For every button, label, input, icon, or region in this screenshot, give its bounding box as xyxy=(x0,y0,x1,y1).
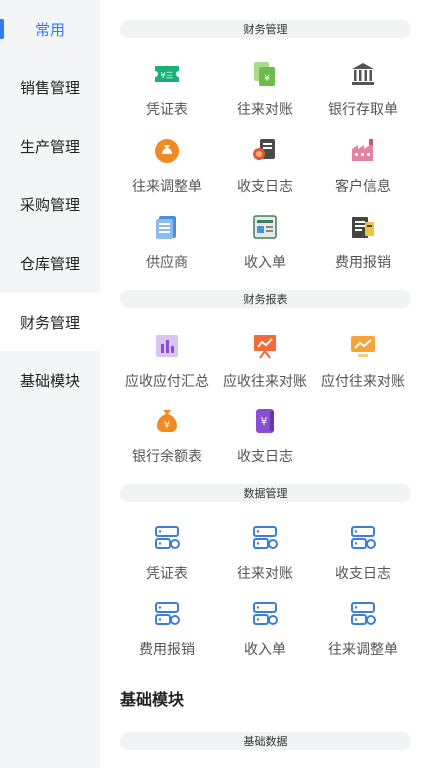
tile-bank-balance[interactable]: ¥ 银行余额表 xyxy=(118,406,216,476)
tile-label: 应收应付汇总 xyxy=(125,374,209,390)
tile-label: 客户信息 xyxy=(335,179,391,195)
section-title-finance-mgmt: 财务管理 xyxy=(120,20,411,38)
voucher-ticket-icon: ¥三 xyxy=(152,59,182,89)
tile-label: 往来对账 xyxy=(237,566,293,582)
tile-label: 供应商 xyxy=(146,255,188,271)
tile-bank-slip[interactable]: 银行存取单 xyxy=(314,59,412,129)
svg-text:¥: ¥ xyxy=(261,415,268,428)
tile-label: 收入单 xyxy=(244,255,286,271)
money-bag-icon xyxy=(152,136,182,166)
monitor-chart-icon xyxy=(348,331,378,361)
sidebar: 常用 销售管理 生产管理 采购管理 仓库管理 财务管理 基础模块 xyxy=(0,0,100,768)
presentation-board-icon xyxy=(250,331,280,361)
tile-ar-reconciliation[interactable]: 应收往来对账 xyxy=(216,331,314,401)
tile-income-form[interactable]: 收入单 xyxy=(216,212,314,282)
tile-label: 银行余额表 xyxy=(132,449,202,465)
sidebar-item-finance[interactable]: 财务管理 xyxy=(0,293,100,351)
section-title-finance-report: 财务报表 xyxy=(120,290,411,308)
tile-cash-log[interactable]: 收支日志 xyxy=(216,136,314,206)
sidebar-item-label: 销售管理 xyxy=(19,78,80,97)
main-content: 财务管理 ¥三 凭证表 ¥ 往来对账 银行存取单 往来调整单 收支日志 客户信息 xyxy=(100,0,432,768)
yuan-book-icon: ¥ xyxy=(250,406,280,436)
sidebar-item-label: 基础模块 xyxy=(19,371,80,390)
ledger-coins-icon xyxy=(250,136,280,166)
sidebar-item-label: 常用 xyxy=(34,20,65,39)
tile-data-income[interactable]: 收入单 xyxy=(216,599,314,669)
server-gear-icon xyxy=(152,523,182,553)
tile-label: 收支日志 xyxy=(237,179,293,195)
tile-label: 收入单 xyxy=(244,642,286,658)
sidebar-item-sales[interactable]: 销售管理 xyxy=(0,58,100,116)
factory-icon xyxy=(348,136,378,166)
sidebar-item-purchasing[interactable]: 采购管理 xyxy=(0,175,100,233)
bank-icon xyxy=(348,59,378,89)
tile-label: 往来调整单 xyxy=(132,179,202,195)
tile-supplier[interactable]: 供应商 xyxy=(118,212,216,282)
svg-text:¥三: ¥三 xyxy=(160,71,173,80)
server-gear-icon xyxy=(250,523,280,553)
sidebar-item-label: 仓库管理 xyxy=(19,254,80,273)
tile-label: 应付往来对账 xyxy=(321,374,405,390)
section-title-data-mgmt: 数据管理 xyxy=(120,484,411,502)
tile-label: 凭证表 xyxy=(146,566,188,582)
tile-label: 往来对账 xyxy=(237,102,293,118)
reconciliation-icon: ¥ xyxy=(250,59,280,89)
tile-data-cash-log[interactable]: 收支日志 xyxy=(314,523,412,593)
sidebar-item-production[interactable]: 生产管理 xyxy=(0,117,100,175)
sidebar-item-label: 财务管理 xyxy=(19,313,80,332)
sidebar-item-common[interactable]: 常用 xyxy=(0,0,100,58)
section-title-base-data: 基础数据 xyxy=(120,732,411,750)
tile-data-adjustment[interactable]: 往来调整单 xyxy=(314,599,412,669)
server-gear-icon xyxy=(348,523,378,553)
section-heading-base-module: 基础模块 xyxy=(120,690,185,709)
tile-label: 银行存取单 xyxy=(328,102,398,118)
document-list-icon xyxy=(152,212,182,242)
tile-label: 凭证表 xyxy=(146,102,188,118)
server-gear-icon xyxy=(152,599,182,629)
tile-label: 收支日志 xyxy=(335,566,391,582)
bar-chart-icon xyxy=(152,331,182,361)
tile-label: 费用报销 xyxy=(139,642,195,658)
tile-adjustment[interactable]: 往来调整单 xyxy=(118,136,216,206)
tile-ap-reconciliation[interactable]: 应付往来对账 xyxy=(314,331,412,401)
server-gear-icon xyxy=(250,599,280,629)
tile-data-reconciliation[interactable]: 往来对账 xyxy=(216,523,314,593)
sidebar-item-base-module[interactable]: 基础模块 xyxy=(0,351,100,409)
svg-text:¥: ¥ xyxy=(164,420,170,431)
tile-ar-ap-summary[interactable]: 应收应付汇总 xyxy=(118,331,216,401)
tile-data-voucher[interactable]: 凭证表 xyxy=(118,523,216,593)
tile-data-expense[interactable]: 费用报销 xyxy=(118,599,216,669)
tile-cash-log-report[interactable]: ¥ 收支日志 xyxy=(216,406,314,476)
tile-label: 费用报销 xyxy=(335,255,391,271)
tile-customer-info[interactable]: 客户信息 xyxy=(314,136,412,206)
income-form-icon xyxy=(250,212,280,242)
tile-label: 往来调整单 xyxy=(328,642,398,658)
tile-reconciliation[interactable]: ¥ 往来对账 xyxy=(216,59,314,129)
tile-label: 应收往来对账 xyxy=(223,374,307,390)
tile-label: 收支日志 xyxy=(237,449,293,465)
server-gear-icon xyxy=(348,599,378,629)
sidebar-item-warehouse[interactable]: 仓库管理 xyxy=(0,234,100,292)
tile-voucher[interactable]: ¥三 凭证表 xyxy=(118,59,216,129)
svg-text:¥: ¥ xyxy=(264,74,270,84)
sidebar-item-label: 采购管理 xyxy=(19,195,80,214)
tile-expense[interactable]: 费用报销 xyxy=(314,212,412,282)
sidebar-item-label: 生产管理 xyxy=(19,137,80,156)
yuan-bag-icon: ¥ xyxy=(152,406,182,436)
expense-receipt-icon xyxy=(348,212,378,242)
